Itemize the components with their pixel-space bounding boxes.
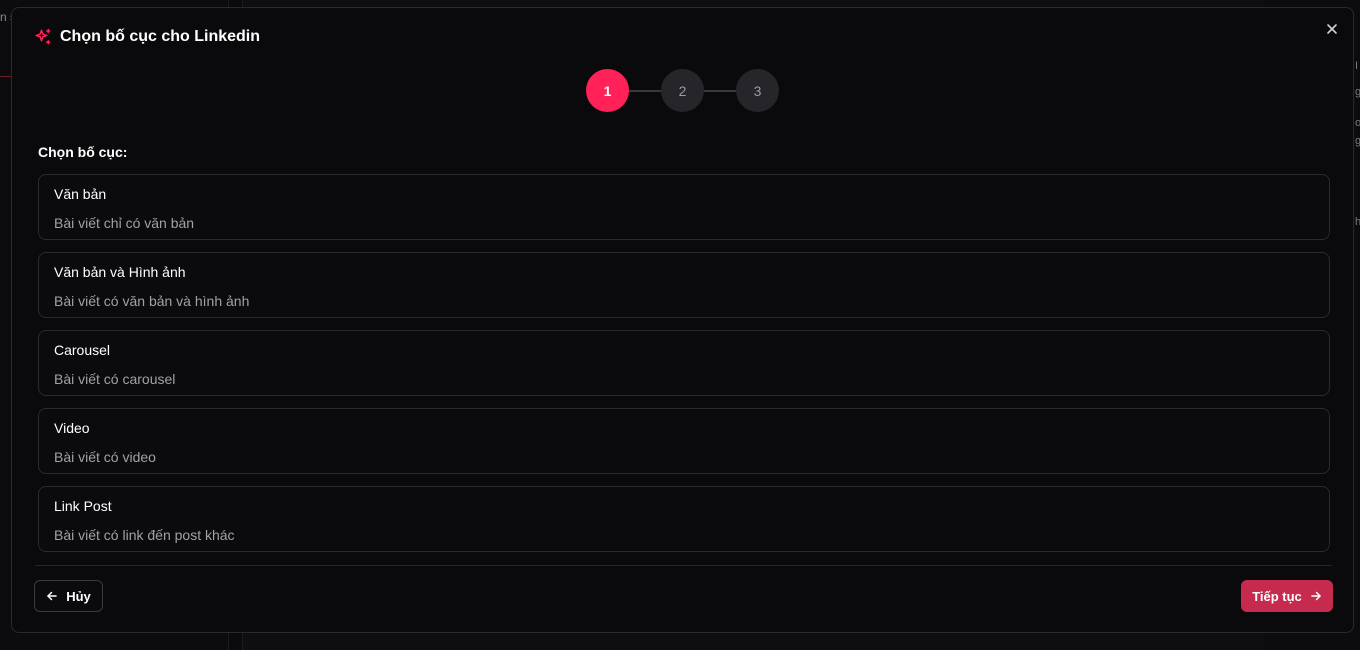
option-title: Văn bản: [54, 186, 107, 202]
option-title: Carousel: [54, 342, 111, 358]
option-description: Bài viết có link đến post khác: [54, 527, 235, 543]
option-description: Bài viết chỉ có văn bản: [54, 215, 195, 231]
background-right-text: or: [1355, 117, 1360, 129]
step-2: 2: [661, 69, 704, 112]
next-button[interactable]: Tiếp tục: [1241, 580, 1333, 612]
step-1: 1: [586, 69, 629, 112]
arrow-left-icon: [47, 591, 57, 601]
step-3: 3: [736, 69, 779, 112]
layout-option-text[interactable]: Văn bản Bài viết chỉ có văn bản: [38, 174, 1330, 240]
footer-divider: [35, 565, 1332, 566]
next-button-label: Tiếp tục: [1252, 588, 1302, 604]
close-icon[interactable]: [1325, 22, 1339, 36]
background-right-text: g: [1355, 135, 1360, 147]
layout-option-carousel[interactable]: Carousel Bài viết có carousel: [38, 330, 1330, 396]
option-title: Văn bản và Hình ảnh: [54, 264, 186, 280]
dialog-header: Chọn bố cục cho Linkedin: [34, 28, 260, 46]
cancel-button[interactable]: Hủy: [34, 580, 103, 612]
option-description: Bài viết có video: [54, 449, 156, 465]
dialog-title: Chọn bố cục cho Linkedin: [60, 28, 260, 45]
layout-options-list: Văn bản Bài viết chỉ có văn bản Văn bản …: [38, 174, 1330, 564]
option-description: Bài viết có carousel: [54, 371, 176, 387]
background-right-text: I: [1355, 60, 1359, 72]
step-indicator: 1 2 3: [586, 69, 779, 112]
layout-dialog: Chọn bố cục cho Linkedin 1 2 3 Chọn bố c…: [11, 7, 1354, 633]
option-title: Video: [54, 420, 90, 436]
background-right-text: h: [1355, 216, 1360, 228]
layout-option-video[interactable]: Video Bài viết có video: [38, 408, 1330, 474]
section-label: Chọn bố cục:: [38, 144, 128, 160]
step-connector: [704, 89, 736, 92]
layout-option-link-post[interactable]: Link Post Bài viết có link đến post khác: [38, 486, 1330, 552]
option-title: Link Post: [54, 498, 112, 514]
cancel-button-label: Hủy: [66, 588, 91, 604]
step-connector: [629, 89, 661, 92]
background-right-text: g: [1355, 86, 1360, 98]
option-description: Bài viết có văn bản và hình ảnh: [54, 293, 250, 309]
layout-option-text-image[interactable]: Văn bản và Hình ảnh Bài viết có văn bản …: [38, 252, 1330, 318]
arrow-right-icon: [1311, 591, 1321, 601]
sparkles-icon: [35, 28, 51, 45]
